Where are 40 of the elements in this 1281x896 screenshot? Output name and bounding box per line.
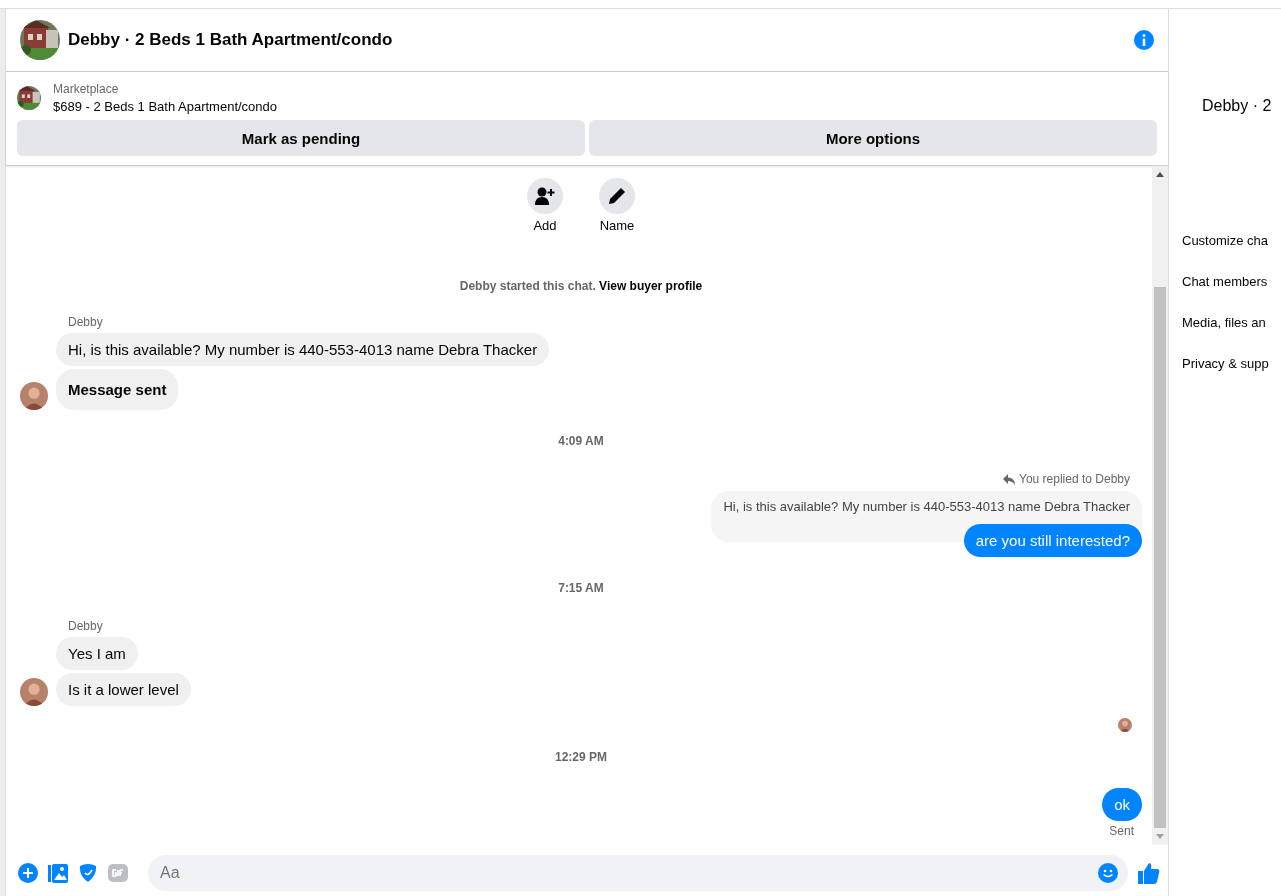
message-bubble: are you still interested? bbox=[963, 524, 1142, 557]
listing-source: Marketplace bbox=[53, 82, 120, 96]
scroll-up-icon[interactable] bbox=[1156, 172, 1164, 177]
details-menu-item[interactable]: Media, files an bbox=[1182, 315, 1281, 330]
timestamp: 12:29 PM bbox=[554, 750, 608, 764]
thumbs-up-icon[interactable] bbox=[1138, 862, 1160, 884]
message-input[interactable]: Aa bbox=[148, 855, 1128, 891]
pencil-icon bbox=[608, 187, 626, 205]
details-menu-item[interactable]: Privacy & supp bbox=[1182, 356, 1281, 371]
reply-icon bbox=[1003, 473, 1015, 485]
details-menu-item[interactable]: Customize cha bbox=[1182, 233, 1281, 248]
action-button[interactable]: More options bbox=[589, 120, 1157, 156]
sender-name: Debby bbox=[68, 619, 104, 633]
timestamp: 7:15 AM bbox=[557, 581, 605, 595]
avatar bbox=[1118, 718, 1132, 732]
details-menu-item[interactable]: Chat members bbox=[1182, 274, 1281, 289]
avatar bbox=[20, 382, 48, 410]
message-bubble: Message sent bbox=[56, 369, 179, 410]
message-bubble: Hi, is this available? My number is 440-553-4013 name Debra Thacker bbox=[56, 333, 550, 366]
reply-label: You replied to Debby bbox=[1019, 472, 1130, 486]
avatar bbox=[20, 678, 48, 706]
chat-title: Debby · 2 Beds 1 Bath Apartment/condo bbox=[68, 30, 394, 50]
chat-intro: Debby started this chat. View buyer profile bbox=[458, 279, 704, 293]
details-title: Debby · 2 bbox=[1202, 97, 1273, 115]
message-bubble: Is it a lower level bbox=[56, 673, 191, 706]
add-person-icon bbox=[535, 187, 555, 205]
plus-icon[interactable] bbox=[18, 863, 38, 883]
image-icon[interactable] bbox=[48, 863, 68, 883]
buyer-profile-link[interactable]: View buyer profile bbox=[599, 279, 703, 293]
timestamp: 4:09 AM bbox=[557, 434, 605, 448]
action-button[interactable]: Mark as pending bbox=[17, 120, 585, 156]
message-bubble: Yes I am bbox=[56, 637, 138, 670]
listing-title: $689 - 2 Beds 1 Bath Apartment/condo bbox=[53, 99, 278, 114]
scroll-down-icon[interactable] bbox=[1156, 834, 1164, 839]
message-bubble: ok bbox=[1102, 788, 1142, 821]
info-icon[interactable] bbox=[1134, 30, 1154, 50]
scrollbar[interactable] bbox=[1152, 166, 1168, 845]
message-status: Sent bbox=[1109, 824, 1134, 838]
sender-name: Debby bbox=[68, 315, 104, 329]
emoji-icon[interactable] bbox=[1098, 863, 1118, 883]
